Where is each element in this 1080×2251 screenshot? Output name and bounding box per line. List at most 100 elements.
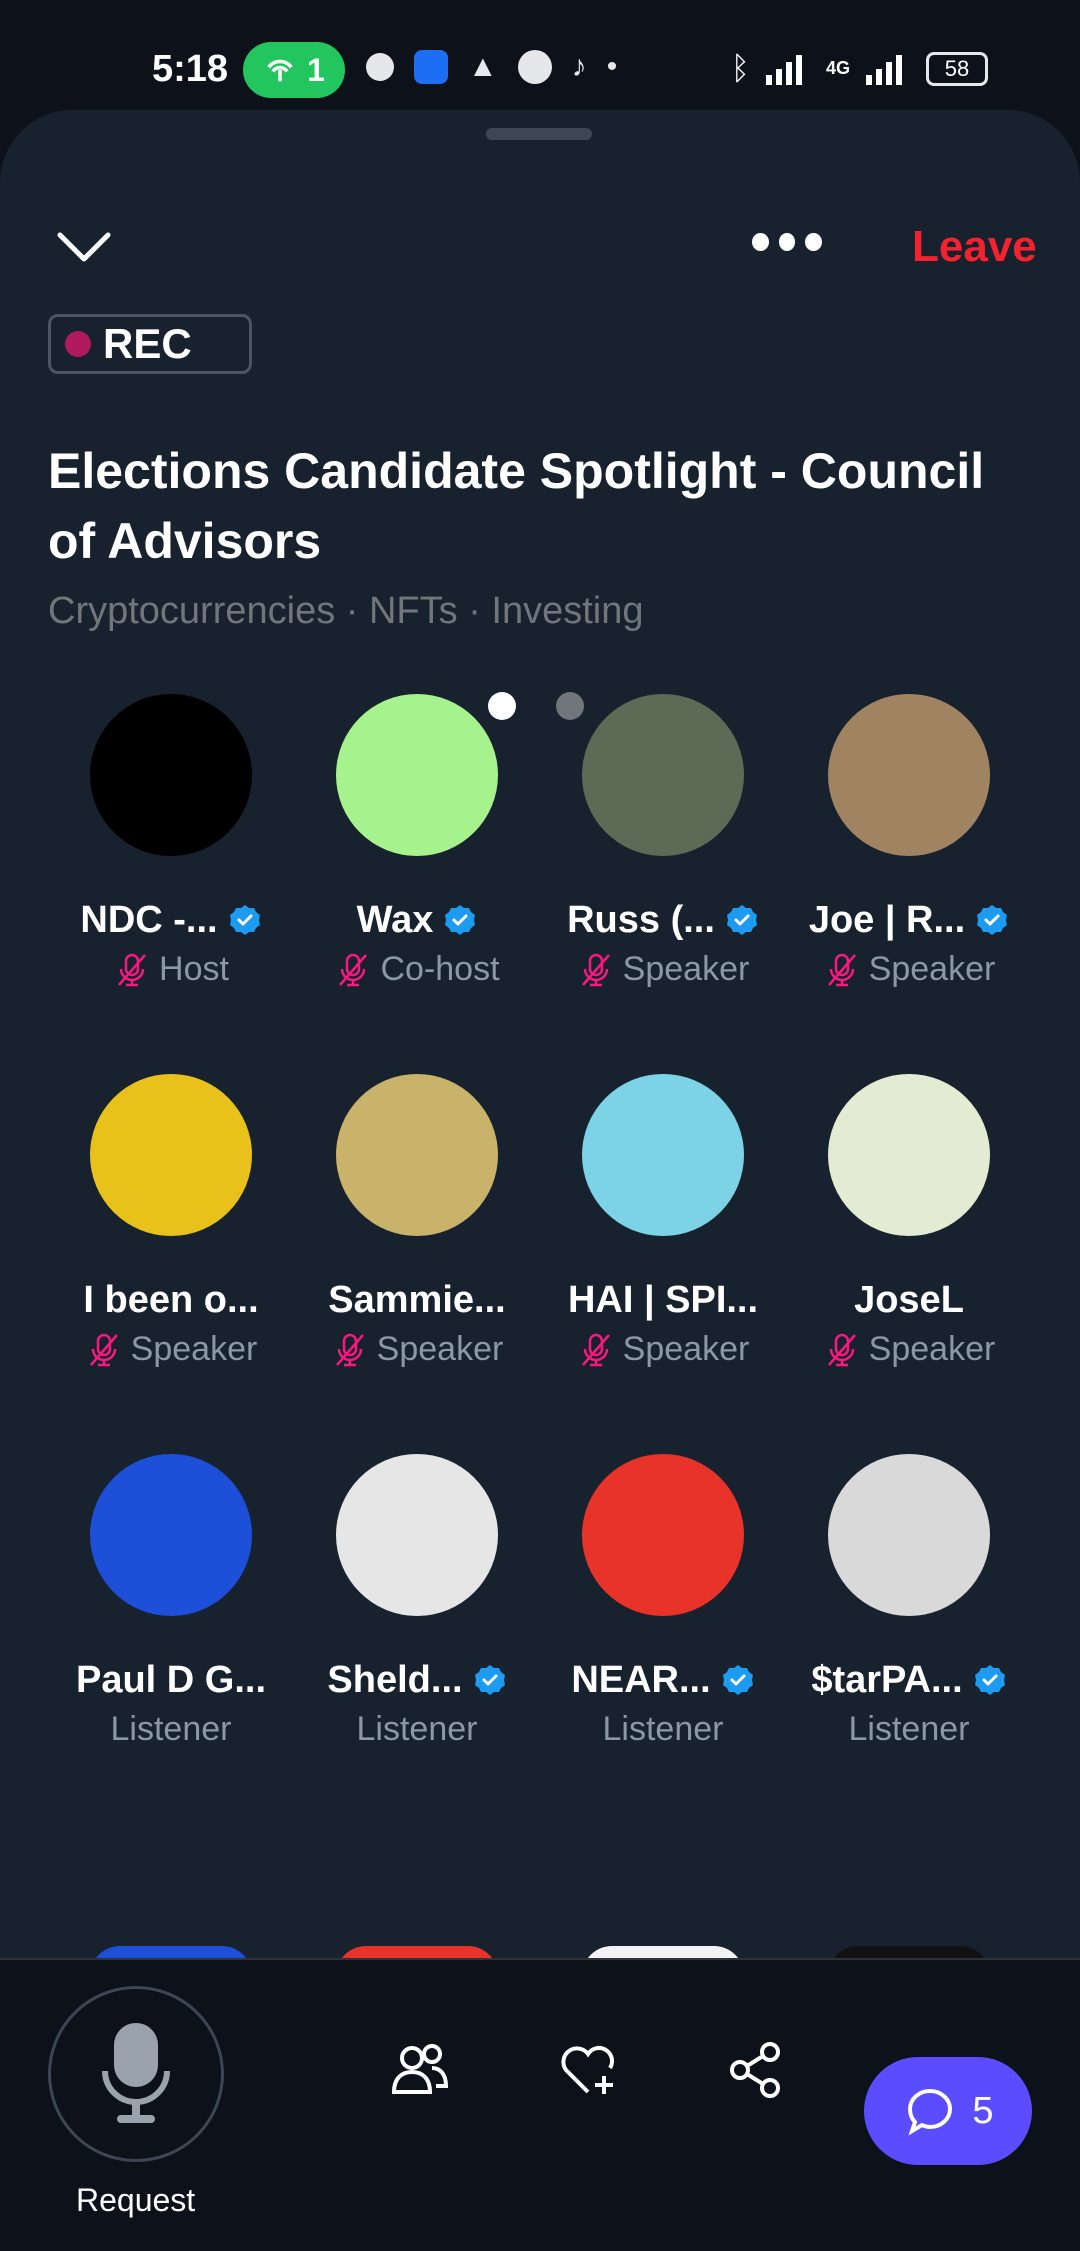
muted-mic-icon [581, 953, 610, 986]
participant-name: JoseL [854, 1278, 964, 1321]
avatar[interactable] [582, 694, 744, 856]
participant-card[interactable]: NDC -... Host [48, 694, 294, 1074]
muted-mic-icon [827, 1333, 856, 1366]
microphone-icon [102, 2023, 170, 2123]
battery-indicator: 58 [926, 51, 988, 86]
hotspot-pill: 1 [243, 42, 345, 98]
comment-bubble-icon [908, 2088, 953, 2136]
avatar[interactable] [90, 694, 252, 856]
participant-name-row: Russ (... [567, 896, 759, 944]
participant-role: Listener [356, 1710, 478, 1748]
signal-icon [765, 54, 802, 85]
participant-card[interactable]: I been o... Speaker [48, 1074, 294, 1454]
verified-badge-icon [445, 905, 476, 935]
muted-mic-icon [335, 1333, 364, 1366]
participant-name-row: I been o... [83, 1276, 258, 1324]
participant-card[interactable]: JoseL Speaker [786, 1074, 1032, 1454]
participant-name: Wax [356, 898, 434, 941]
participant-name-row: Joe | R... [809, 896, 1009, 944]
participant-name: Paul D G... [75, 1658, 267, 1701]
participant-role: Speaker [622, 1330, 750, 1368]
participant-role: Listener [602, 1710, 724, 1748]
rocket-icon: ▲ [468, 50, 498, 83]
participant-name-row: Wax [357, 896, 478, 944]
participant-name: NDC -... [80, 898, 218, 941]
participant-name-row: NEAR... [571, 1656, 754, 1704]
participant-role: Speaker [130, 1330, 258, 1368]
participant-card[interactable]: HAI | SPI... Speaker [540, 1074, 786, 1454]
participant-name-row: Paul D G... [76, 1656, 266, 1704]
participant-card[interactable]: Russ (... Speaker [540, 694, 786, 1074]
robot-app-icon [414, 50, 448, 84]
participant-role: Speaker [622, 950, 750, 988]
collapse-chevron-icon[interactable] [52, 215, 116, 279]
participant-role-row: Listener [603, 1710, 724, 1749]
status-bar: 5:18 1 ▲ ♪ • ᛒ 4G 58 [0, 0, 1080, 110]
signal-icon-2 [866, 54, 902, 85]
verified-badge-icon [229, 905, 260, 935]
participant-name-row: JoseL [854, 1276, 964, 1324]
request-mic-button[interactable] [48, 1986, 224, 2162]
participant-card[interactable]: Sheld... Listener [294, 1454, 540, 1834]
leave-button[interactable]: Leave [912, 222, 1037, 272]
system-icons: ᛒ 4G 58 [731, 50, 988, 87]
participant-name: Joe | R... [808, 898, 966, 941]
add-reaction-heart-icon[interactable] [556, 2038, 620, 2102]
avatar[interactable] [582, 1454, 744, 1616]
avatar[interactable] [336, 694, 498, 856]
participant-name-row: HAI | SPI... [568, 1276, 758, 1324]
facebook-icon [517, 50, 552, 84]
avatar[interactable] [582, 1074, 744, 1236]
avatar[interactable] [336, 1074, 498, 1236]
participant-card[interactable]: Wax Co-host [294, 694, 540, 1074]
space-title: Elections Candidate Spotlight - Council … [48, 443, 985, 569]
avatar[interactable] [90, 1074, 252, 1236]
participant-name: HAI | SPI... [567, 1278, 759, 1321]
share-icon[interactable] [724, 2038, 788, 2102]
avatar[interactable] [828, 1454, 990, 1616]
participant-role-row: Speaker [85, 1330, 258, 1369]
participant-card[interactable]: $tarPA... Listener [786, 1454, 1032, 1834]
hotspot-count: 1 [307, 51, 325, 88]
participants-grid: NDC -... Host Wax Co-host Russ (... Speaker Jo… [48, 694, 1032, 1834]
chat-app-icon [366, 53, 394, 81]
participant-role: Listener [110, 1710, 232, 1748]
more-options-icon[interactable] [752, 233, 823, 255]
participant-name-row: NDC -... [80, 896, 261, 944]
avatar[interactable] [336, 1454, 498, 1616]
muted-mic-icon [118, 953, 146, 986]
comments-button[interactable]: 5 [864, 2057, 1032, 2165]
participant-card[interactable]: Paul D G... Listener [48, 1454, 294, 1834]
drag-handle[interactable] [486, 128, 592, 140]
more-notifications-dot: • [606, 50, 618, 83]
space-topics: Cryptocurrencies · NFTs · Investing [48, 590, 644, 632]
participant-role: Listener [848, 1710, 970, 1748]
recording-dot-icon [65, 331, 91, 357]
participant-name: $tarPA... [811, 1658, 963, 1701]
participant-role-row: Listener [357, 1710, 478, 1749]
avatar[interactable] [828, 694, 990, 856]
verified-badge-icon [974, 1665, 1005, 1695]
recording-label: REC [103, 320, 192, 367]
participant-name: Russ (... [567, 898, 715, 941]
notification-icons: ▲ ♪ • [366, 50, 617, 84]
bottom-toolbar: Request 5 [0, 1958, 1080, 2251]
participant-role-row: Speaker [823, 1330, 996, 1369]
status-time: 5:18 [152, 48, 229, 90]
avatar[interactable] [828, 1074, 990, 1236]
participant-role-row: Co-host [334, 950, 500, 989]
participant-card[interactable]: NEAR... Listener [540, 1454, 786, 1834]
participant-card[interactable]: Sammie... Speaker [294, 1074, 540, 1454]
participant-card[interactable]: Joe | R... Speaker [786, 694, 1032, 1074]
avatar[interactable] [90, 1454, 252, 1616]
muted-mic-icon [89, 1333, 118, 1366]
tiktok-icon: ♪ [571, 50, 587, 83]
participant-name: Sammie... [328, 1278, 506, 1321]
people-icon[interactable] [388, 2038, 452, 2102]
participant-role-row: Speaker [823, 950, 995, 989]
participant-name-row: $tarPA... [811, 1656, 1006, 1704]
participant-role: Speaker [868, 1330, 996, 1368]
recording-badge: REC [48, 314, 252, 374]
participant-role-row: Listener [849, 1710, 970, 1749]
request-label: Request [76, 2182, 196, 2218]
